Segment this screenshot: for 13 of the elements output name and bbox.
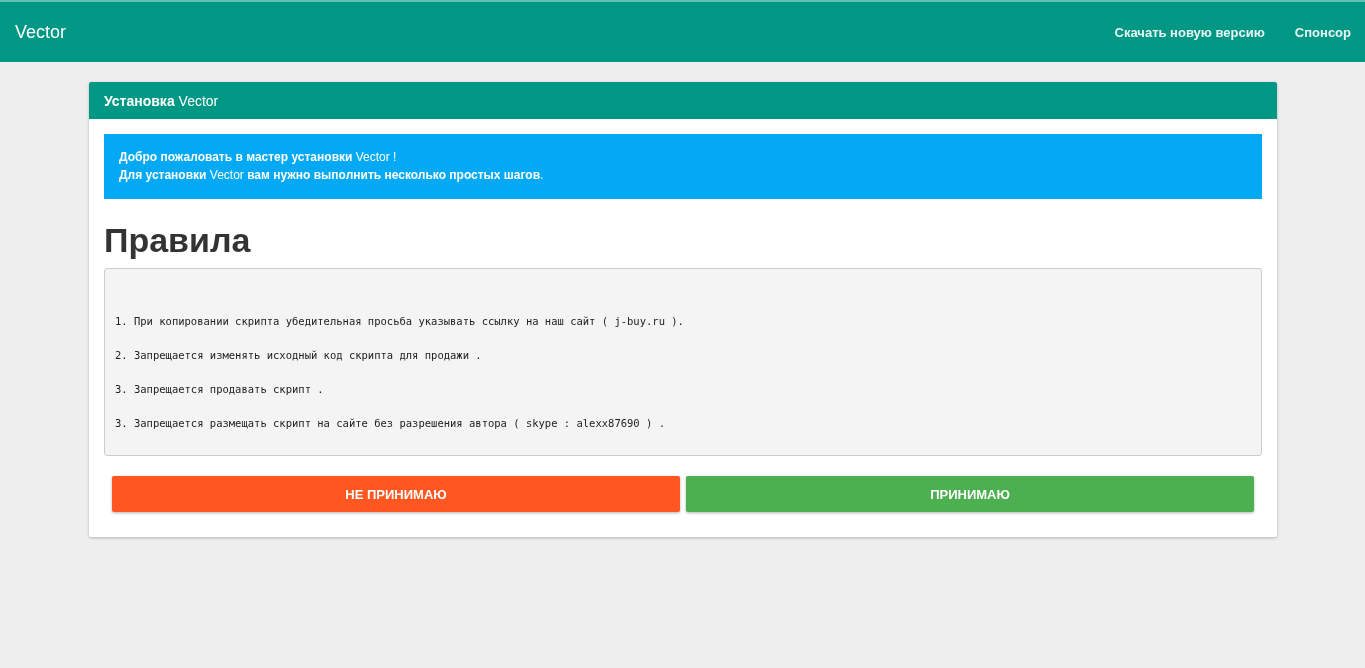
- panel-title: Установка Vector: [104, 92, 219, 109]
- decline-button[interactable]: НЕ ПРИНИМАЮ: [112, 476, 680, 512]
- accept-button[interactable]: ПРИНИМАЮ: [686, 476, 1254, 512]
- brand-link[interactable]: Vector: [15, 21, 67, 43]
- rules-heading: Правила: [104, 221, 252, 260]
- nav-link[interactable]: Спонсор: [1294, 24, 1351, 40]
- rule-text: 2. Запрещается изменять исходный код скрипта для продажи .: [115, 349, 483, 361]
- nav-link[interactable]: Скачать новую версию: [1114, 24, 1265, 40]
- rule-text: 1. При копировании скрипта убедительная просьба указывать ссылку на наш сайт ( j-buy.ru ).: [115, 315, 685, 327]
- alert-text: Добро пожаловать в мастер установки Vector !: [119, 150, 398, 164]
- rule-text: 3. Запрещается размещать скрипт на сайте без разрешения автора ( skype : alexx87690 ) .: [115, 417, 666, 429]
- rule-text: 3. Запрещается продавать скрипт .: [115, 383, 325, 395]
- alert-text: Для установки Vector вам нужно выполнить несколько простых шагов.: [119, 168, 545, 182]
